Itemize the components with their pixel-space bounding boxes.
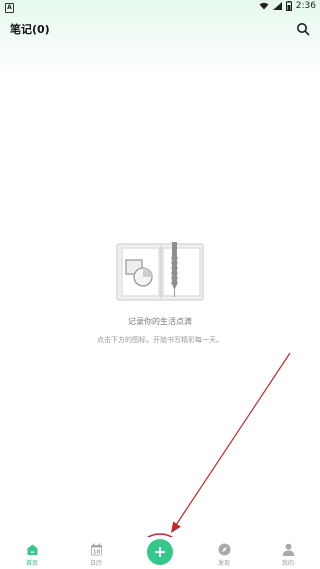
tab-calendar[interactable]: 18 日历 [76,537,116,569]
add-note-button[interactable] [147,539,173,565]
home-icon [27,544,37,555]
page-title: 笔记(0) [10,23,50,36]
calendar-day-number: 18 [92,550,100,556]
user-icon [282,543,294,556]
battery-icon [285,1,292,11]
empty-state-subtitle: 点击下方的图标，开始书写精彩每一天。 [97,336,223,344]
tab-home[interactable]: 首页 [12,537,52,569]
notebook-illustration-icon [116,242,204,301]
cellular-signal-icon [272,2,282,10]
notification-a-icon: A [5,3,14,13]
tab-discover-label: 发现 [217,560,230,567]
tab-discover[interactable]: 发现 [204,537,244,569]
plus-icon [155,547,165,557]
tab-profile-label: 我的 [281,560,294,567]
annotation-arrow-line [175,352,291,526]
tab-calendar-label: 日历 [89,560,102,567]
wifi-icon [259,2,269,10]
empty-state-title: 记录你的生活点滴 [128,317,192,326]
tab-home-label: 首页 [25,560,38,567]
annotation-arrowhead [171,521,181,533]
compass-icon [218,543,230,556]
calendar-icon: 18 [90,543,102,556]
status-bar: A 2:36 [0,0,320,14]
status-left: A [5,2,14,13]
status-time: 2:36 [295,1,316,11]
empty-notebook-illustration [116,240,206,302]
status-right: 2:36 [259,1,316,11]
app-header: 笔记(0) [0,18,320,40]
search-button[interactable] [296,21,310,36]
tab-profile[interactable]: 我的 [268,537,308,569]
search-icon [297,23,310,36]
